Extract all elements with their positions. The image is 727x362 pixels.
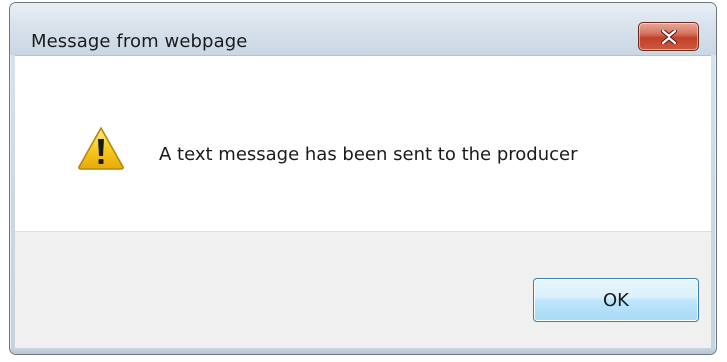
message-text: A text message has been sent to the prod… [159, 144, 578, 165]
close-x-icon [660, 29, 677, 44]
ok-button[interactable]: OK [533, 278, 699, 322]
warning-icon [78, 127, 124, 170]
message-content: A text message has been sent to the prod… [15, 55, 711, 231]
button-bar: OK [15, 231, 711, 350]
title-bar[interactable]: Message from webpage [10, 3, 716, 55]
message-dialog: Message from webpage A text message has … [9, 2, 717, 355]
close-button[interactable] [638, 22, 699, 51]
dialog-title: Message from webpage [31, 31, 248, 52]
window-frame-bottom [10, 348, 716, 354]
